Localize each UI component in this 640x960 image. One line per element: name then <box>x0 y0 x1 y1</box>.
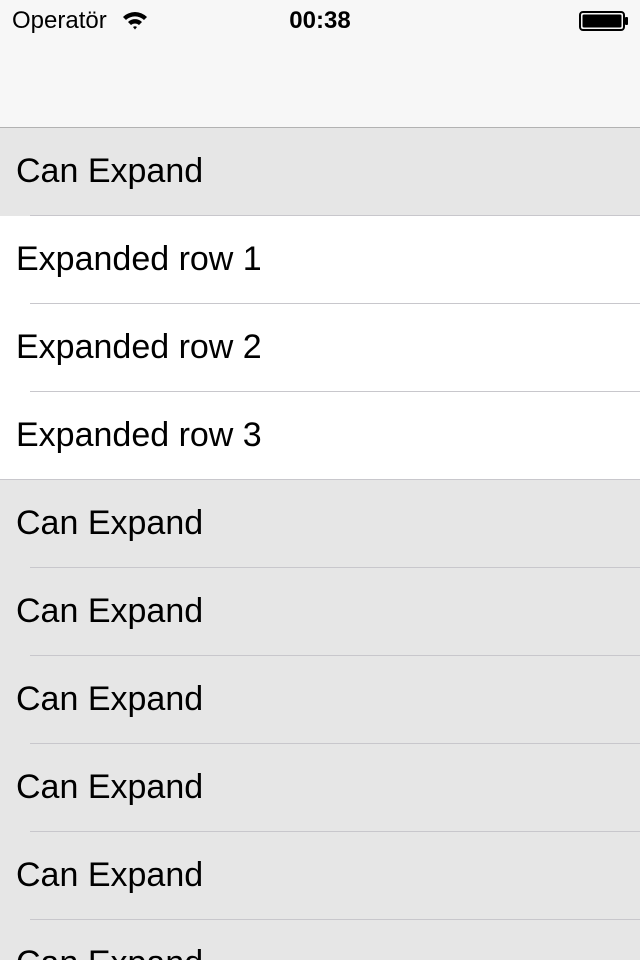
row-label: Can Expand <box>16 592 204 630</box>
row-label: Can Expand <box>16 152 204 190</box>
row-label: Can Expand <box>16 680 204 718</box>
status-time: 00:38 <box>289 7 351 34</box>
row-label: Expanded row 1 <box>16 240 262 278</box>
expandable-row[interactable]: Can Expand <box>0 656 640 744</box>
expandable-row[interactable]: Can Expand <box>0 832 640 920</box>
battery-icon <box>579 11 628 31</box>
row-label: Expanded row 3 <box>16 416 262 454</box>
expanded-row[interactable]: Expanded row 1 <box>0 216 640 304</box>
row-label: Can Expand <box>16 856 204 894</box>
expanded-row[interactable]: Expanded row 3 <box>0 392 640 480</box>
expandable-table[interactable]: Can Expand Expanded row 1 Expanded row 2 Ex… <box>0 128 640 960</box>
expandable-row[interactable]: Can Expand <box>0 568 640 656</box>
expandable-row[interactable]: Can Expand <box>0 480 640 568</box>
row-label: Can Expand <box>16 768 204 806</box>
expandable-row[interactable]: Can Expand <box>0 744 640 832</box>
row-label: Can Expand <box>16 920 203 960</box>
expandable-row[interactable]: Can Expand <box>0 128 640 216</box>
row-label: Can Expand <box>16 504 204 542</box>
row-label: Expanded row 2 <box>16 328 262 366</box>
expandable-row[interactable]: Can Expand <box>0 920 640 960</box>
navigation-bar <box>0 40 640 128</box>
expanded-row[interactable]: Expanded row 2 <box>0 304 640 392</box>
status-bar: Operatör 00:38 <box>0 0 640 40</box>
